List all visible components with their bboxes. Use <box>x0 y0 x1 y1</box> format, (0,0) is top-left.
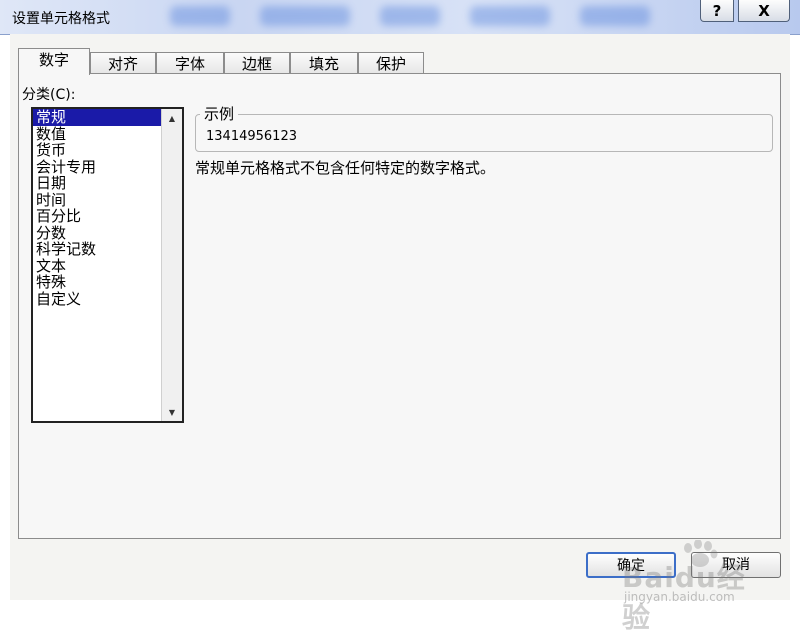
category-scrollbar[interactable]: ▲ ▼ <box>161 109 182 421</box>
help-button[interactable]: ? <box>700 0 734 22</box>
scroll-down-icon[interactable]: ▼ <box>162 403 182 421</box>
tab-alignment[interactable]: 对齐 <box>90 52 156 74</box>
category-item[interactable]: 自定义 <box>33 290 161 308</box>
category-item[interactable]: 特殊 <box>33 274 161 291</box>
category-item[interactable]: 分数 <box>33 224 161 242</box>
tab-fill[interactable]: 填充 <box>290 52 358 74</box>
scroll-up-icon[interactable]: ▲ <box>162 109 182 127</box>
sample-group: 示例 13414956123 <box>195 103 773 152</box>
category-item[interactable]: 百分比 <box>33 208 161 225</box>
format-description: 常规单元格格式不包含任何特定的数字格式。 <box>195 159 496 177</box>
category-item[interactable]: 常规 <box>33 109 161 126</box>
category-item[interactable]: 日期 <box>33 175 161 192</box>
tab-font[interactable]: 字体 <box>156 52 224 74</box>
category-list: 常规 数值 货币 会计专用 日期 时间 百分比 分数 科学记数 文本 特殊 自定… <box>33 109 161 421</box>
sample-legend: 示例 <box>200 103 239 124</box>
sample-value: 13414956123 <box>206 129 297 144</box>
tab-protection[interactable]: 保护 <box>358 52 424 74</box>
category-item[interactable]: 数值 <box>33 125 161 143</box>
close-icon: X <box>758 1 770 20</box>
watermark-url: jingyan.baidu.com <box>624 590 735 604</box>
category-label: 分类(C): <box>22 87 76 103</box>
category-item[interactable]: 科学记数 <box>33 241 161 258</box>
format-cells-dialog: 数字 对齐 字体 边框 填充 保护 分类(C): 常规 数值 货币 会计专用 日… <box>10 34 790 634</box>
title-bar: 设置单元格格式 ? X <box>0 0 800 35</box>
help-icon: ? <box>712 1 722 20</box>
close-button[interactable]: X <box>738 0 790 22</box>
tab-border[interactable]: 边框 <box>224 52 290 74</box>
tab-number[interactable]: 数字 <box>18 48 90 75</box>
category-item[interactable]: 文本 <box>33 257 161 275</box>
category-item[interactable]: 会计专用 <box>33 158 161 176</box>
category-item[interactable]: 货币 <box>33 142 161 159</box>
category-listbox[interactable]: 常规 数值 货币 会计专用 日期 时间 百分比 分数 科学记数 文本 特殊 自定… <box>31 107 184 423</box>
cancel-button[interactable]: 取消 <box>691 552 781 578</box>
ok-button[interactable]: 确定 <box>586 552 676 578</box>
window-title: 设置单元格格式 <box>12 11 110 27</box>
category-item[interactable]: 时间 <box>33 191 161 209</box>
